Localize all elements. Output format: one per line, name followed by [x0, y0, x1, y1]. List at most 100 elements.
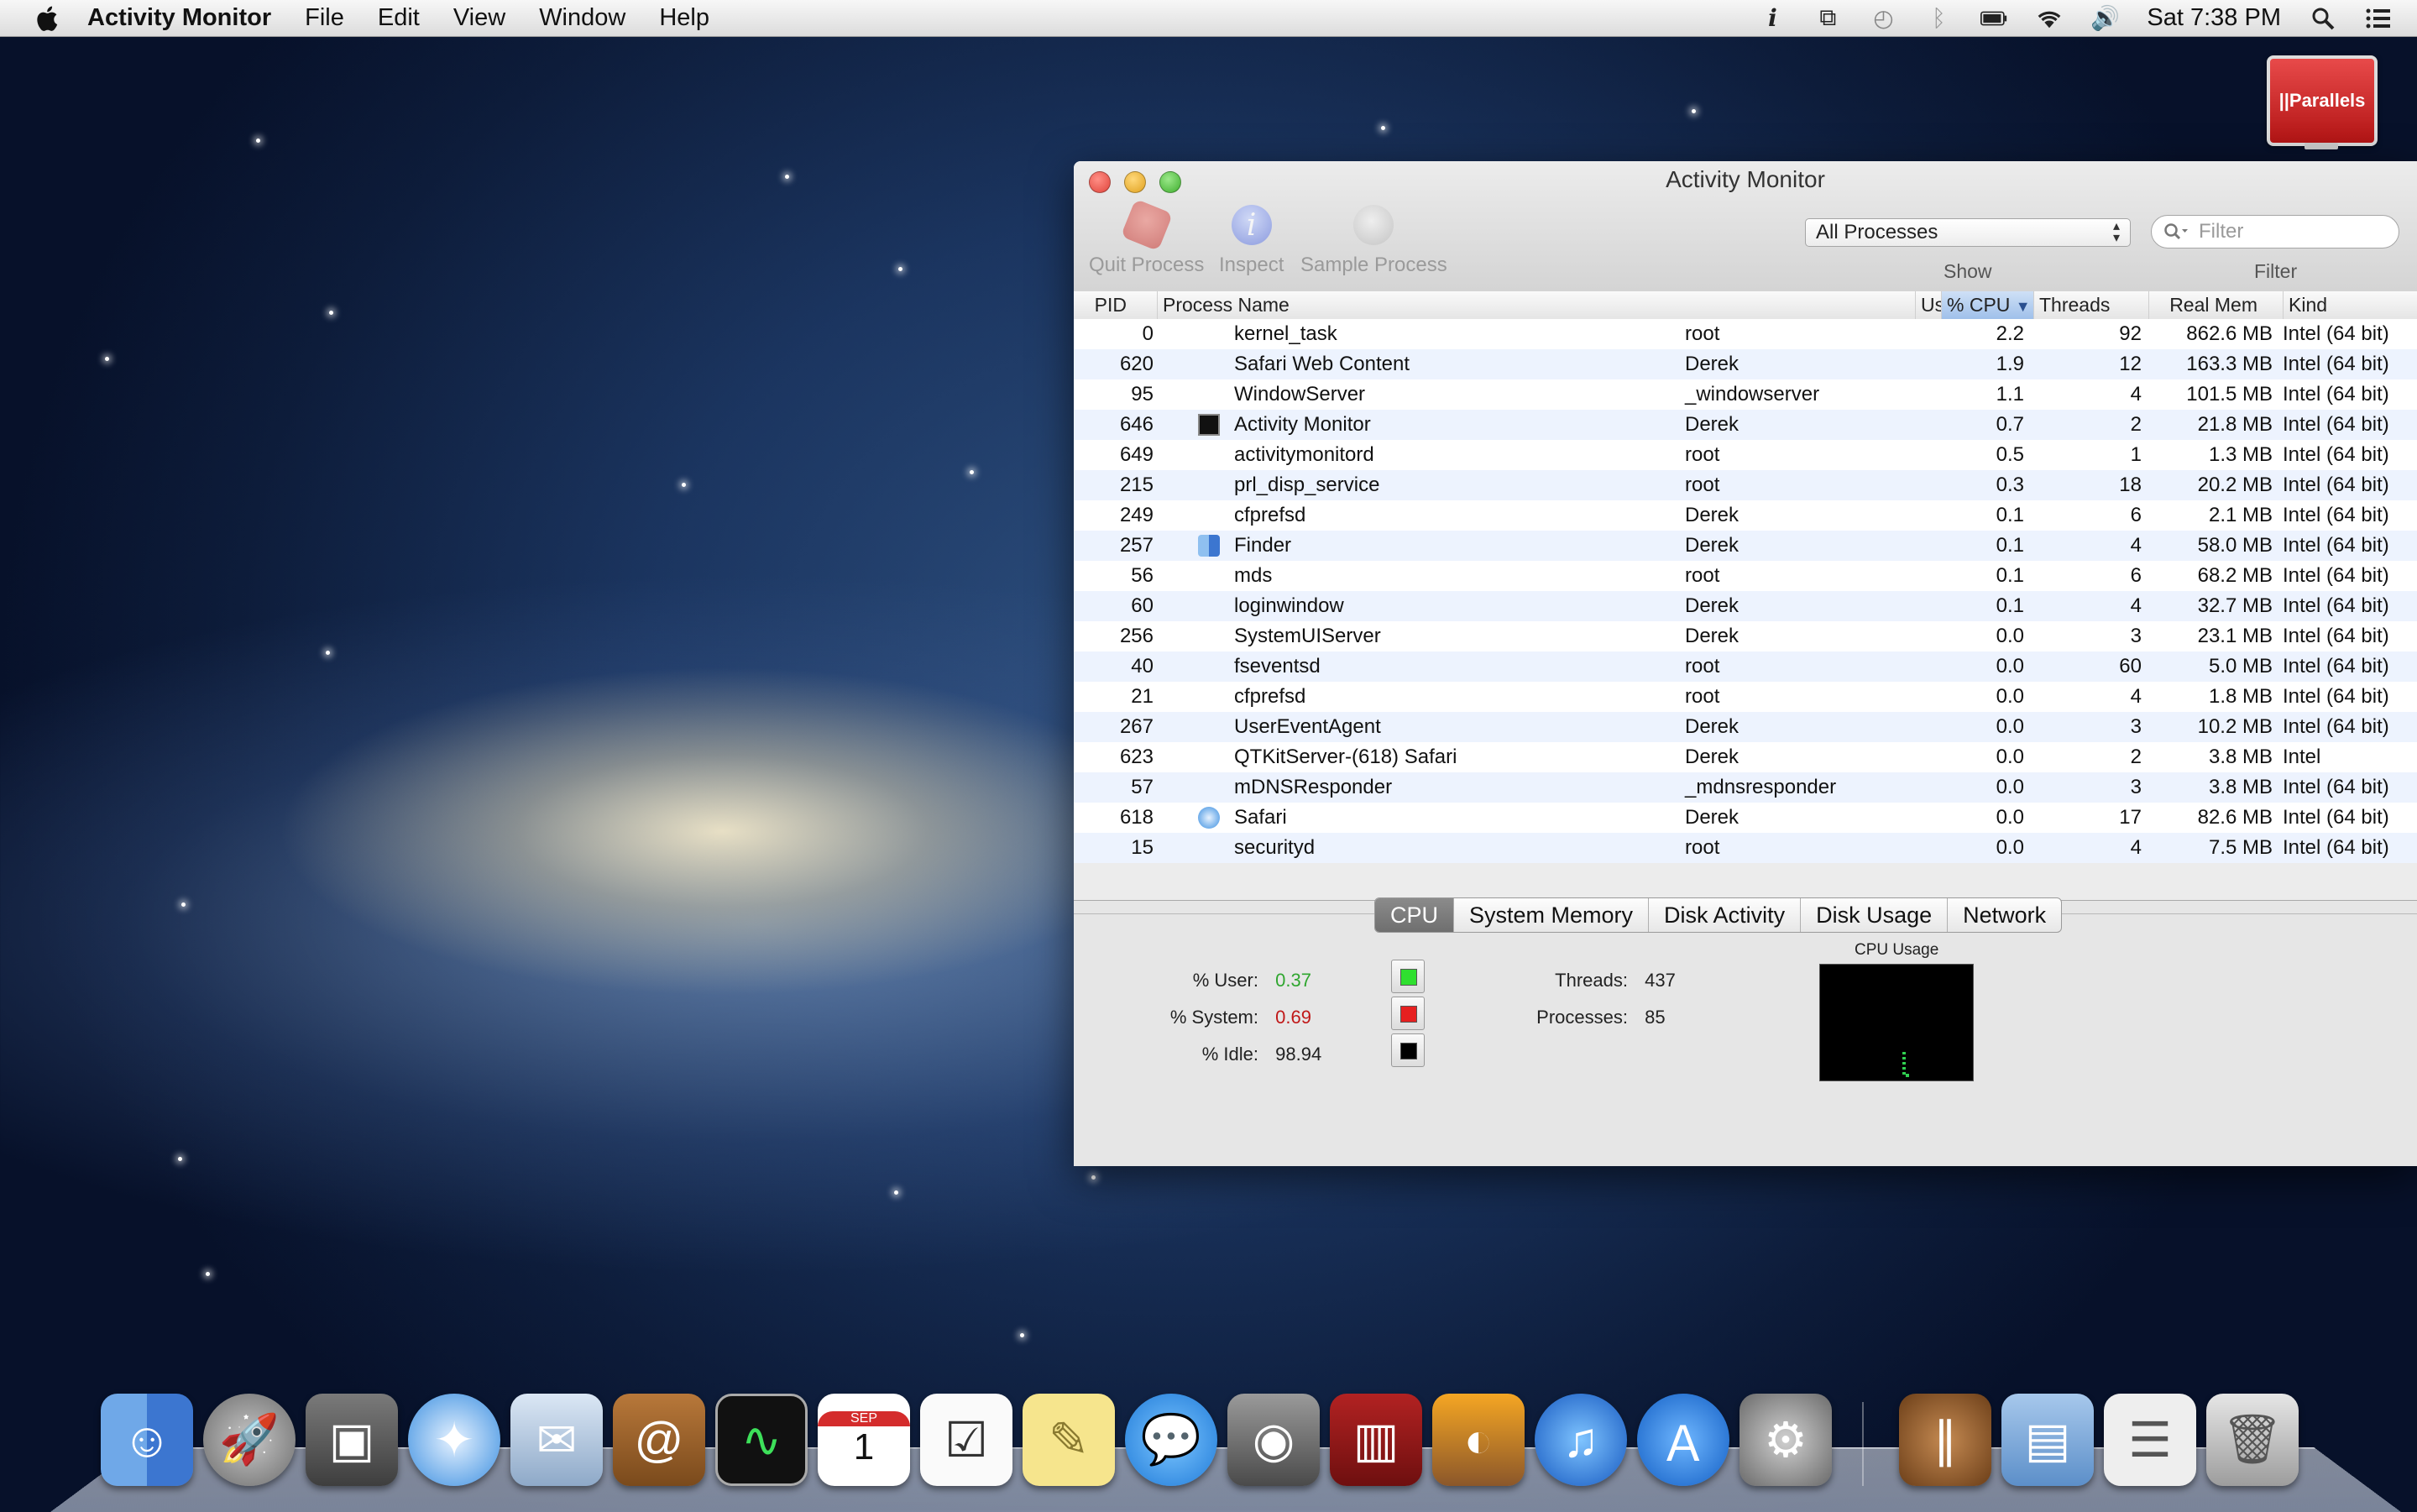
- parallels-badge[interactable]: ||Parallels: [2267, 55, 2378, 146]
- table-row[interactable]: 649 activitymonitord root 0.5 1 1.3 MB Intel (…: [1074, 440, 2417, 470]
- table-row[interactable]: 256 SystemUIServer Derek 0.0 3 23.1 MB Intel (…: [1074, 621, 2417, 651]
- star: [970, 470, 974, 474]
- process-kind: Intel (64 bit): [2283, 470, 2389, 500]
- process-pid: 620: [1074, 349, 1154, 379]
- parallels-icon[interactable]: ∥: [1899, 1394, 1991, 1486]
- reminders-icon[interactable]: ☑: [920, 1394, 1012, 1486]
- system-color-well[interactable]: [1391, 997, 1425, 1030]
- documents-stack-icon[interactable]: ☰: [2104, 1394, 2196, 1486]
- launchpad-icon[interactable]: 🚀: [203, 1394, 296, 1486]
- tab-disk-usage[interactable]: Disk Usage: [1800, 898, 1947, 932]
- process-threads: 4: [2031, 591, 2142, 621]
- process-cpu: 0.1: [1796, 591, 2024, 621]
- menu-window[interactable]: Window: [539, 4, 625, 32]
- app-store-icon[interactable]: Ａ: [1637, 1394, 1729, 1486]
- process-pid: 249: [1074, 500, 1154, 531]
- table-row[interactable]: 623 QTKitServer-(618) Safari Derek 0.0 2 3.8 …: [1074, 742, 2417, 772]
- wifi-icon[interactable]: [2036, 5, 2063, 32]
- system-preferences-icon[interactable]: ⚙: [1740, 1394, 1832, 1486]
- process-real-mem: 20.2 MB: [2148, 470, 2273, 500]
- filter-search-field[interactable]: Filter: [2151, 215, 2399, 249]
- table-row[interactable]: 56 mds root 0.1 6 68.2 MB Intel (64 bit): [1074, 561, 2417, 591]
- mirror-icon[interactable]: ⧉: [1814, 5, 1841, 32]
- iphoto-icon[interactable]: ◐: [1432, 1394, 1525, 1486]
- notification-center-icon[interactable]: [2365, 5, 2392, 32]
- table-row[interactable]: 57 mDNSResponder _mdnsresponder 0.0 3 3.8 MB I…: [1074, 772, 2417, 803]
- table-row[interactable]: 0 kernel_task root 2.2 92 862.6 MB Intel (64 b…: [1074, 319, 2417, 349]
- itunes-icon[interactable]: ♫: [1535, 1394, 1627, 1486]
- notes-icon[interactable]: ✎: [1023, 1394, 1115, 1486]
- process-kind: Intel (64 bit): [2283, 379, 2389, 410]
- volume-icon[interactable]: 🔊: [2091, 5, 2118, 32]
- safari-icon[interactable]: ✦: [408, 1394, 500, 1486]
- facetime-icon[interactable]: ◉: [1227, 1394, 1320, 1486]
- process-user: root: [1685, 470, 1719, 500]
- table-row[interactable]: 40 fseventsd root 0.0 60 5.0 MB Intel (64 bit): [1074, 651, 2417, 682]
- activity-monitor-icon[interactable]: ∿: [715, 1394, 808, 1486]
- user-color-well[interactable]: [1391, 960, 1425, 993]
- filter-placeholder: Filter: [2199, 220, 2243, 243]
- table-header: PID Process Name User % CPU ▼ Threads Re…: [1074, 291, 2417, 320]
- process-threads: 12: [2031, 349, 2142, 379]
- menu-clock[interactable]: Sat 7:38 PM: [2147, 4, 2281, 32]
- table-row[interactable]: 267 UserEventAgent Derek 0.0 3 10.2 MB Intel (…: [1074, 712, 2417, 742]
- process-pid: 256: [1074, 621, 1154, 651]
- table-row[interactable]: 618 Safari Derek 0.0 17 82.6 MB Intel (64 bit): [1074, 803, 2417, 833]
- tab-disk-activity[interactable]: Disk Activity: [1648, 898, 1800, 932]
- mail-icon[interactable]: ✉: [510, 1394, 603, 1486]
- time-machine-icon[interactable]: ◴: [1870, 5, 1896, 32]
- table-row[interactable]: 60 loginwindow Derek 0.1 4 32.7 MB Intel (64 b…: [1074, 591, 2417, 621]
- tab-network[interactable]: Network: [1947, 898, 2061, 932]
- messages-icon[interactable]: 💬: [1125, 1394, 1217, 1486]
- bluetooth-icon[interactable]: ᛒ: [1925, 5, 1952, 32]
- quit-process-button[interactable]: Quit Process: [1089, 205, 1204, 277]
- column-cpu-sorted[interactable]: % CPU ▼: [1941, 291, 2033, 319]
- column-process-name[interactable]: Process Name: [1157, 291, 1915, 319]
- menu-file[interactable]: File: [305, 4, 344, 32]
- activity-monitor-window: Activity Monitor Quit Process i Inspect …: [1074, 161, 2417, 1166]
- table-row[interactable]: 95 WindowServer _windowserver 1.1 4 101.5 MB I…: [1074, 379, 2417, 410]
- table-row[interactable]: 620 Safari Web Content Derek 1.9 12 163.3 MB I…: [1074, 349, 2417, 379]
- applications-folder-icon[interactable]: ▤: [2001, 1394, 2094, 1486]
- photo-booth-icon[interactable]: ▥: [1330, 1394, 1422, 1486]
- table-row[interactable]: 21 cfprefsd root 0.0 4 1.8 MB Intel (64 bit): [1074, 682, 2417, 712]
- spotlight-search-icon[interactable]: [2310, 5, 2336, 32]
- menu-help[interactable]: Help: [659, 4, 709, 32]
- column-threads[interactable]: Threads: [2033, 291, 2148, 319]
- tab-cpu[interactable]: CPU: [1375, 898, 1453, 932]
- apple-menu-icon[interactable]: [34, 4, 59, 33]
- column-pid[interactable]: PID: [1074, 291, 1157, 319]
- battery-icon[interactable]: [1980, 5, 2007, 32]
- info-tabs: CPU System Memory Disk Activity Disk Usa…: [1374, 897, 2062, 933]
- menu-edit[interactable]: Edit: [378, 4, 420, 32]
- calendar-month: SEP: [818, 1411, 910, 1426]
- idle-color-well[interactable]: [1391, 1033, 1425, 1067]
- star: [898, 267, 902, 271]
- table-row[interactable]: 249 cfprefsd Derek 0.1 6 2.1 MB Intel (64 bit): [1074, 500, 2417, 531]
- contacts-icon[interactable]: @: [613, 1394, 705, 1486]
- window-toolbar: Activity Monitor Quit Process i Inspect …: [1074, 161, 2417, 292]
- table-row[interactable]: 646 Activity Monitor Derek 0.7 2 21.8 MB Intel…: [1074, 410, 2417, 440]
- cpu-system-stat: % System: 0.69: [1158, 1007, 1311, 1028]
- image-capture-icon[interactable]: ▣: [306, 1394, 398, 1486]
- process-kind: Intel (64 bit): [2283, 682, 2389, 712]
- inspect-button[interactable]: i Inspect: [1219, 205, 1284, 277]
- sample-process-button[interactable]: Sample Process: [1300, 205, 1447, 277]
- table-row[interactable]: 215 prl_disp_service root 0.3 18 20.2 MB Intel…: [1074, 470, 2417, 500]
- process-kind: Intel (64 bit): [2283, 440, 2389, 470]
- menu-app-name[interactable]: Activity Monitor: [87, 4, 271, 32]
- trash-icon[interactable]: 🗑: [2206, 1394, 2299, 1486]
- table-row[interactable]: 15 securityd root 0.0 4 7.5 MB Intel (64 bit): [1074, 833, 2417, 863]
- table-row[interactable]: 257 Finder Derek 0.1 4 58.0 MB Intel (64 bit): [1074, 531, 2417, 561]
- quit-process-label: Quit Process: [1089, 254, 1204, 277]
- show-processes-popup[interactable]: All Processes ▴ ▾: [1805, 218, 2131, 247]
- column-kind[interactable]: Kind: [2283, 291, 2417, 319]
- tab-system-memory[interactable]: System Memory: [1453, 898, 1648, 932]
- menu-view[interactable]: View: [453, 4, 505, 32]
- process-name: mds: [1234, 561, 1272, 591]
- column-real-mem[interactable]: Real Mem: [2148, 291, 2283, 319]
- calendar-icon[interactable]: SEP 1: [818, 1394, 910, 1486]
- info-icon[interactable]: i: [1759, 5, 1786, 32]
- process-pid: 95: [1074, 379, 1154, 410]
- finder-icon[interactable]: ☺: [101, 1394, 193, 1486]
